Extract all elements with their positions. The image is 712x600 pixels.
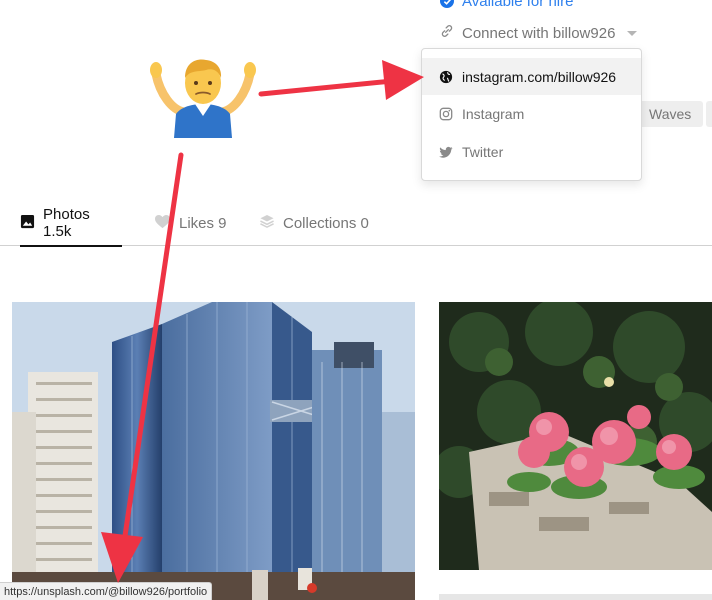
menu-item-label: Instagram [462, 106, 525, 122]
connect-dropdown-button[interactable]: Connect with billow926 [440, 22, 638, 44]
shrug-emoji [150, 59, 256, 138]
profile-tabs: Photos 1.5k Likes 9 Collections 0 [0, 200, 712, 247]
available-for-hire: Available for hire [440, 0, 573, 10]
hire-label: Available for hire [462, 0, 574, 10]
photo-partial[interactable] [439, 594, 712, 600]
globe-icon [439, 70, 453, 84]
city-photo-art [12, 302, 415, 600]
tab-photos[interactable]: Photos 1.5k [20, 200, 122, 247]
tag-label: Waves [649, 106, 692, 122]
connect-label: Connect with billow926 [462, 24, 616, 42]
image-icon [20, 214, 35, 233]
menu-item-label: Twitter [462, 144, 504, 160]
instagram-icon [439, 107, 453, 121]
stack-icon [259, 214, 275, 233]
tab-collections[interactable]: Collections 0 [259, 200, 369, 246]
heart-icon [154, 214, 171, 233]
menu-item-twitter[interactable]: Twitter [422, 133, 641, 171]
tab-likes[interactable]: Likes 9 [154, 200, 227, 246]
tag-chip[interactable]: Waves [637, 101, 704, 127]
tab-label: Collections 0 [283, 214, 369, 232]
tab-label: Likes 9 [179, 214, 227, 232]
browser-status-bar: https://unsplash.com/@billow926/portfoli… [0, 582, 213, 600]
photo-flowers[interactable] [439, 302, 712, 570]
link-icon [440, 24, 454, 42]
tag-chip-partial[interactable] [706, 101, 712, 127]
twitter-icon [439, 145, 453, 159]
menu-item-instagram[interactable]: Instagram [422, 95, 641, 133]
connect-menu: instagram.com/billow926 Instagram Twitte… [421, 48, 642, 181]
photo-city-skyline[interactable] [12, 302, 415, 600]
menu-item-label: instagram.com/billow926 [462, 68, 617, 85]
flowers-photo-art [439, 302, 712, 570]
chevron-down-icon [627, 30, 638, 36]
status-url: https://unsplash.com/@billow926/portfoli… [4, 585, 208, 598]
menu-item-website[interactable]: instagram.com/billow926 [422, 58, 641, 95]
tab-label: Photos 1.5k [43, 206, 90, 240]
arrow-to-website-link [258, 60, 424, 100]
check-circle-icon [440, 0, 454, 8]
